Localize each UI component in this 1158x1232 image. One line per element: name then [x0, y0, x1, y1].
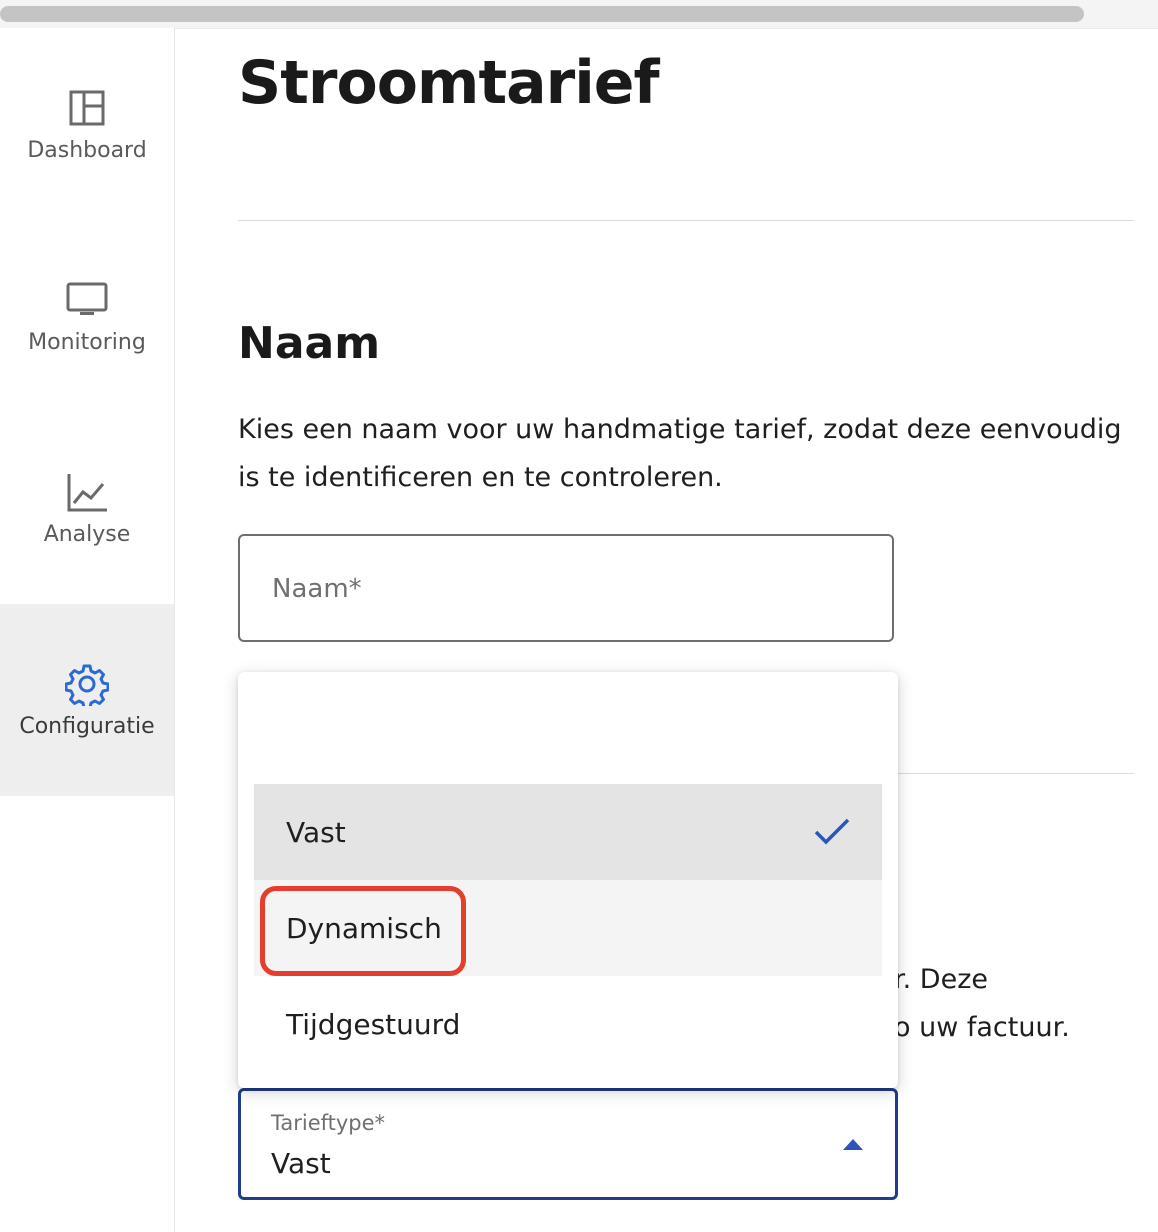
sidebar: Dashboard Monitoring Analyse Configurati…	[0, 28, 175, 1232]
option-label: Vast	[286, 815, 346, 849]
horizontal-scrollbar[interactable]	[0, 0, 1158, 29]
monitor-icon	[66, 282, 108, 315]
section-description: Kies een naam voor uw handmatige tarief,…	[238, 414, 1122, 493]
sidebar-item-analyse[interactable]: Analyse	[0, 412, 174, 604]
sidebar-item-monitoring[interactable]: Monitoring	[0, 220, 174, 412]
name-field[interactable]	[238, 534, 894, 642]
section-title-naam: Naam	[238, 318, 381, 369]
section-divider	[898, 773, 1134, 774]
scrollbar-thumb[interactable]	[0, 6, 1084, 22]
tarieftype-select[interactable]: Tarieftype* Vast	[238, 1088, 898, 1200]
dashboard-icon	[69, 90, 105, 125]
sidebar-item-configuratie[interactable]: Configuratie	[0, 604, 174, 796]
option-label: Tijdgestuurd	[286, 1007, 461, 1041]
option-dynamisch[interactable]: Dynamisch	[254, 880, 882, 976]
option-tijdgestuurd[interactable]: Tijdgestuurd	[254, 976, 882, 1072]
section-divider	[238, 220, 1134, 221]
sidebar-item-label: Monitoring	[28, 329, 146, 355]
page-title: Stroomtarief	[238, 48, 660, 118]
chart-line-icon	[67, 473, 107, 511]
sidebar-item-label: Analyse	[43, 521, 131, 547]
caret-up-icon	[843, 1139, 863, 1150]
tarieftype-value: Vast	[271, 1147, 331, 1180]
sidebar-item-label: Configuratie	[19, 713, 155, 739]
checkmark-icon	[814, 818, 850, 845]
tarieftype-label: Tarieftype*	[271, 1111, 386, 1135]
sidebar-item-label: Dashboard	[27, 137, 147, 163]
gear-icon	[65, 664, 109, 706]
sidebar-item-dashboard[interactable]: Dashboard	[0, 28, 174, 220]
option-label: Dynamisch	[286, 911, 442, 945]
obscured-description-line: o uw factuur.	[894, 1012, 1070, 1043]
obscured-description-line: r. Deze	[894, 964, 988, 995]
name-input[interactable]	[270, 566, 864, 612]
option-vast[interactable]: Vast	[254, 784, 882, 880]
tarieftype-dropdown-menu: Vast Dynamisch Tijdgestuurd	[238, 672, 898, 1088]
